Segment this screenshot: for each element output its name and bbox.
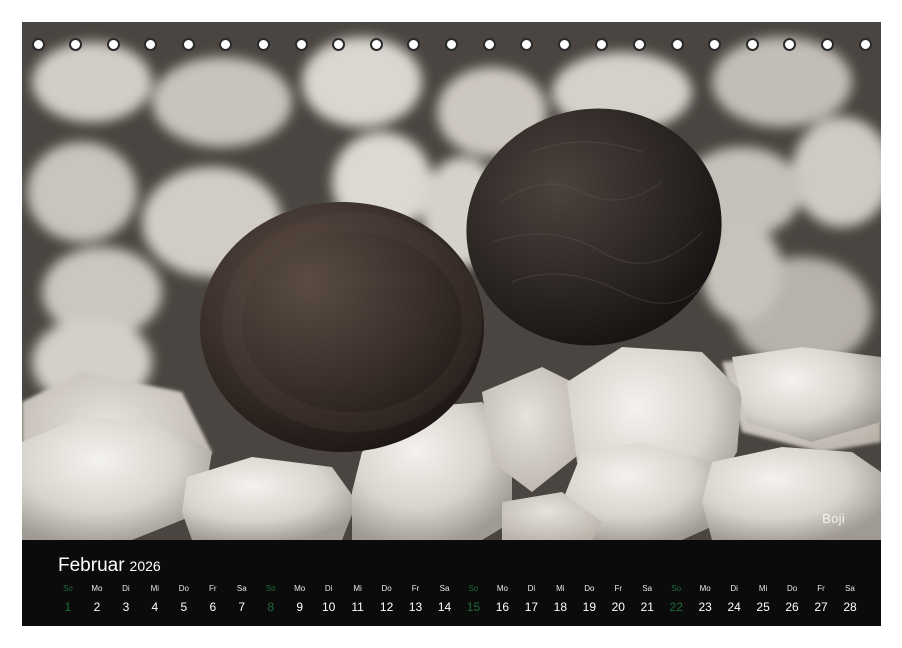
binding-hole	[708, 38, 722, 51]
day-number: 25	[756, 600, 770, 614]
calendar-strip: Februar 2026 So Mo Di Mi Do Fr Sa So Mo Di Mi Do Fr Sa…	[22, 540, 881, 626]
weekday-label: Mo	[496, 584, 508, 593]
weekday-label: So	[265, 584, 276, 593]
day-number: 7	[238, 600, 246, 614]
day-number: 3	[122, 600, 130, 614]
weekday-label: Mi	[150, 584, 160, 593]
weekday-label: Di	[730, 584, 738, 593]
weekday-label: Fr	[411, 584, 420, 593]
binding-hole	[745, 38, 759, 51]
weekday-label: Sa	[845, 584, 855, 593]
binding-hole	[332, 38, 346, 51]
day-number: 19	[582, 600, 596, 614]
day-number: 12	[379, 600, 394, 614]
weekday-label: Di	[122, 584, 130, 593]
binding-hole	[257, 38, 271, 51]
binding-holes	[22, 38, 881, 58]
calendar-page: Boji Februar 2026 So Mo Di Mi Do Fr Sa So Mo Di Mi D…	[0, 0, 902, 648]
photo-credit: Boji	[822, 511, 845, 526]
weekday-label: Do	[178, 584, 189, 593]
weekday-label: Do	[584, 584, 595, 593]
weekday-label: Fr	[614, 584, 623, 593]
weekday-label: Sa	[642, 584, 653, 593]
day-number: 15	[466, 600, 481, 614]
weekday-label: So	[671, 584, 682, 593]
day-number: 11	[351, 600, 364, 614]
day-number: 5	[180, 600, 188, 614]
weekday-label: Mo	[699, 584, 711, 593]
day-number: 10	[321, 600, 336, 614]
binding-hole	[632, 38, 646, 51]
binding-hole	[557, 38, 571, 51]
day-number: 28	[843, 600, 857, 614]
binding-hole	[482, 38, 496, 51]
binding-hole	[294, 38, 308, 51]
weekday-label: Di	[527, 584, 536, 593]
day-number: 16	[495, 600, 510, 614]
binding-hole	[144, 38, 158, 51]
day-number: 8	[267, 600, 275, 614]
weekday-label: Mo	[294, 584, 306, 593]
binding-hole	[181, 38, 195, 51]
day-number: 1	[64, 600, 72, 614]
photo: Boji	[22, 22, 881, 540]
weekday-label: So	[63, 584, 73, 593]
day-number: 23	[698, 600, 712, 614]
binding-hole	[369, 38, 383, 51]
day-number: 14	[437, 600, 452, 614]
binding-hole	[820, 38, 834, 51]
binding-hole	[445, 38, 458, 51]
weekday-label: Mi	[758, 584, 768, 593]
day-number: 4	[151, 600, 159, 614]
day-number: 17	[524, 600, 539, 614]
day-number: 9	[296, 600, 304, 614]
weekday-label: Mo	[91, 584, 103, 593]
weekday-label: Fr	[817, 584, 825, 593]
binding-hole	[670, 38, 684, 51]
weekday-label: Mi	[353, 584, 362, 593]
weekday-label: Sa	[439, 584, 450, 593]
binding-hole	[520, 38, 534, 51]
binding-hole	[407, 38, 421, 51]
day-number: 22	[669, 600, 683, 614]
weekday-label: Do	[381, 584, 392, 593]
weekday-label: Sa	[236, 584, 247, 593]
weekday-row: So Mo Di Mi Do Fr Sa So Mo Di Mi Do Fr Sa So Mo Di Mi Do Fr…	[63, 584, 855, 600]
month-title: Februar 2026	[58, 555, 161, 577]
weekday-label: Fr	[209, 584, 217, 593]
binding-hole	[106, 38, 120, 51]
month-name: Februar	[58, 555, 125, 576]
weekday-label: Di	[324, 584, 333, 593]
day-number: 13	[408, 600, 423, 614]
binding-hole	[31, 38, 45, 51]
weekday-label: So	[468, 584, 479, 593]
day-number: 27	[814, 600, 828, 614]
weekday-label: Do	[786, 584, 798, 593]
binding-hole	[219, 38, 233, 51]
binding-hole	[595, 38, 609, 51]
day-number: 2	[93, 600, 101, 614]
day-row: 1 2 3 4 5 6 7 8 9 10 11 12 13 14 15 16 17 18 19 20 21 22 23 24 2…	[65, 600, 857, 616]
day-number: 20	[611, 600, 625, 614]
binding-hole	[783, 38, 797, 51]
day-number: 26	[785, 600, 799, 614]
day-number: 18	[553, 600, 568, 614]
weekday-label: Mi	[556, 584, 565, 593]
day-number: 21	[640, 600, 654, 614]
month-year: 2026	[129, 558, 161, 574]
binding-hole	[858, 38, 872, 51]
day-number: 6	[209, 600, 217, 614]
pebbles-photo-illustration	[22, 22, 881, 540]
day-number: 24	[727, 600, 741, 614]
binding-hole	[69, 38, 83, 51]
